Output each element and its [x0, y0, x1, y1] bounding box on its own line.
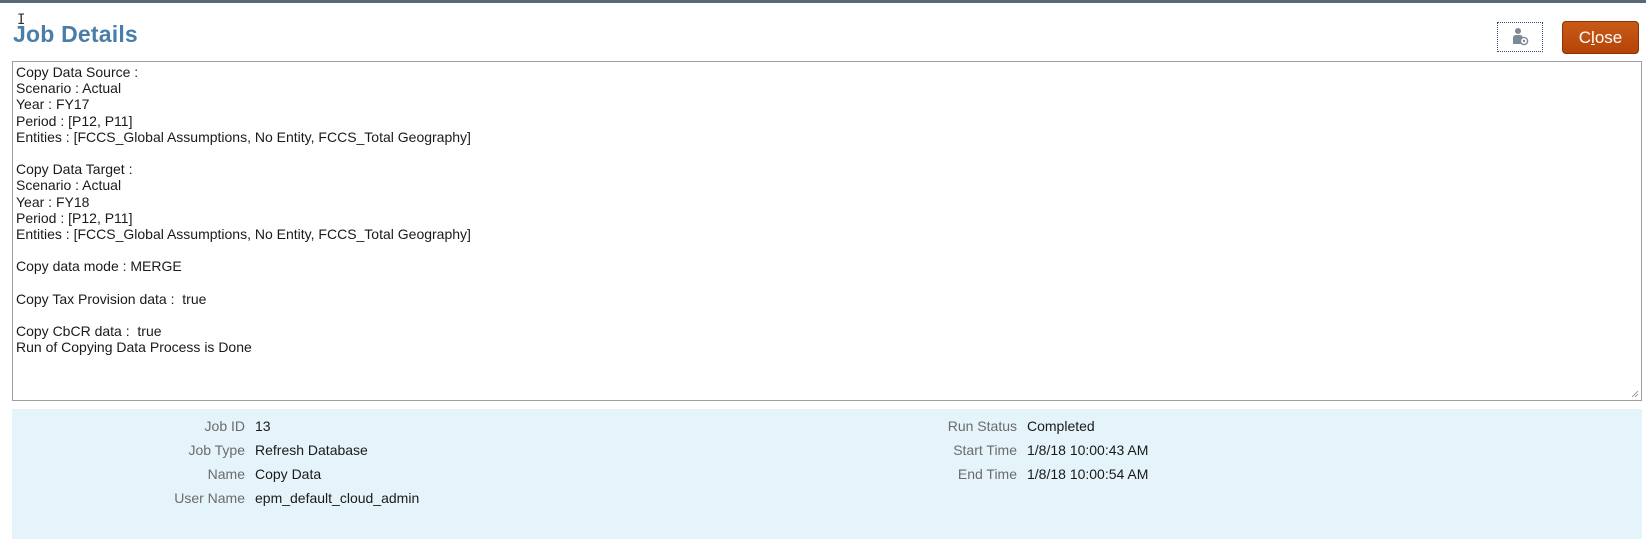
close-button-label: Close: [1578, 27, 1623, 47]
log-line: Entities : [FCCS_Global Assumptions, No …: [16, 128, 471, 145]
detail-label: User Name: [174, 490, 245, 506]
dialog-title: Job Details: [13, 21, 138, 47]
log-line: Scenario : Actual: [16, 177, 122, 194]
log-line: Year : FY18: [16, 193, 90, 210]
text-cursor-icon: I: [17, 12, 26, 28]
log-line: Copy Data Target :: [16, 161, 133, 178]
detail-value: 1/8/18 10:00:54 AM: [1027, 466, 1149, 482]
log-line: Period : [P12, P11]: [16, 209, 133, 226]
log-line: Scenario : Actual: [16, 80, 122, 97]
log-line: Copy CbCR data : true: [16, 323, 162, 339]
detail-label: Start Time: [953, 442, 1017, 458]
detail-label: Run Status: [947, 418, 1017, 434]
log-line: Period : [P12, P11]: [16, 112, 133, 129]
log-line: Run of Copying Data Process is Done: [16, 339, 252, 356]
log-line: Year : FY17: [16, 96, 90, 113]
log-line: Copy data mode : MERGE: [16, 258, 182, 275]
user-settings-button[interactable]: [1497, 22, 1543, 52]
log-line: Entities : [FCCS_Global Assumptions, No …: [16, 225, 471, 242]
close-hotkey: l: [1591, 27, 1595, 47]
log-line: Copy Tax Provision data : true: [16, 290, 207, 307]
detail-label: End Time: [957, 466, 1017, 482]
log-lines: Copy Data Source : Scenario : Actual Year …: [16, 64, 1638, 355]
job-info-panel: Job ID 13 Job Type Refresh Database Name Copy…: [12, 409, 1642, 539]
resize-grip-icon[interactable]: [1629, 388, 1639, 398]
job-log-textarea[interactable]: Copy Data Source : Scenario : Actual Year …: [12, 61, 1642, 401]
detail-value: epm_default_cloud_admin: [255, 490, 420, 506]
detail-value: Completed: [1027, 418, 1095, 434]
user-settings-icon: [1513, 28, 1529, 46]
log-line: Copy Data Source :: [16, 64, 139, 80]
close-button[interactable]: Close: [1562, 21, 1639, 54]
detail-value: 1/8/18 10:00:43 AM: [1027, 442, 1149, 458]
